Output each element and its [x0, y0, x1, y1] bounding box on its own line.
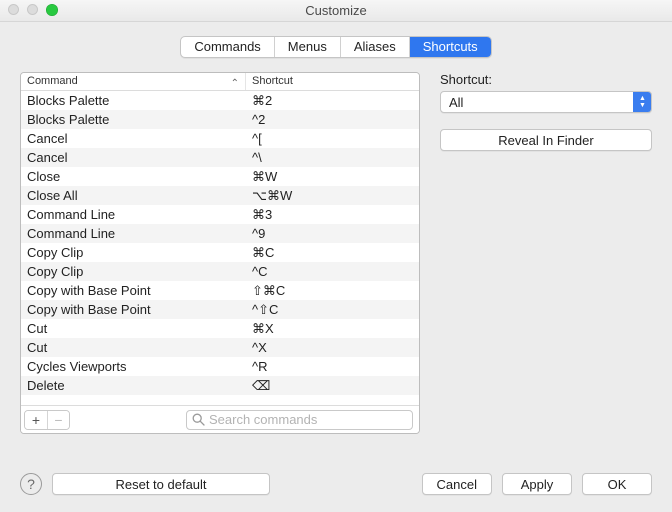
command-cell: Copy Clip — [21, 243, 246, 262]
shortcut-cell: ^[ — [246, 129, 419, 148]
reveal-in-finder-button[interactable]: Reveal In Finder — [440, 129, 652, 151]
minimize-window-button[interactable] — [27, 4, 38, 15]
table-body[interactable]: Blocks Palette⌘2Blocks Palette^2Cancel^[… — [21, 91, 419, 405]
table-row[interactable]: Copy Clip⌘C — [21, 243, 419, 262]
shortcut-cell: ⌘3 — [246, 205, 419, 224]
tab-bar: Commands Menus Aliases Shortcuts — [20, 36, 652, 58]
table-row[interactable]: Cancel^\ — [21, 148, 419, 167]
side-panel: Shortcut: All ▲▼ Reveal In Finder — [440, 72, 652, 434]
shortcut-filter-dropdown[interactable]: All ▲▼ — [440, 91, 652, 113]
add-remove-group: + − — [24, 410, 70, 430]
chevron-up-down-icon: ▲▼ — [633, 92, 651, 112]
tab-shortcuts[interactable]: Shortcuts — [410, 37, 491, 57]
table-row[interactable]: Command Line⌘3 — [21, 205, 419, 224]
shortcuts-table: Command ⌃ Shortcut Blocks Palette⌘2Block… — [20, 72, 420, 434]
column-command[interactable]: Command ⌃ — [21, 73, 246, 90]
table-row[interactable]: Copy with Base Point^⇧C — [21, 300, 419, 319]
table-row[interactable]: Close⌘W — [21, 167, 419, 186]
column-shortcut[interactable]: Shortcut — [246, 73, 419, 90]
command-cell: Close — [21, 167, 246, 186]
command-cell: Copy with Base Point — [21, 281, 246, 300]
table-row[interactable]: Cycles Viewports^R — [21, 357, 419, 376]
shortcut-cell: ⌘X — [246, 319, 419, 338]
reset-to-default-button[interactable]: Reset to default — [52, 473, 270, 495]
shortcut-cell: ^2 — [246, 110, 419, 129]
shortcut-cell: ^X — [246, 338, 419, 357]
command-cell: Copy Clip — [21, 262, 246, 281]
apply-button[interactable]: Apply — [502, 473, 572, 495]
command-cell: Command Line — [21, 224, 246, 243]
titlebar: Customize — [0, 0, 672, 22]
command-cell: Delete — [21, 376, 246, 395]
command-cell: Cancel — [21, 129, 246, 148]
table-row[interactable]: Cut⌘X — [21, 319, 419, 338]
table-row[interactable]: Close All⌥⌘W — [21, 186, 419, 205]
shortcut-cell: ⇧⌘C — [246, 281, 419, 300]
shortcut-cell: ⌫ — [246, 376, 419, 395]
tab-aliases[interactable]: Aliases — [341, 37, 410, 57]
table-row[interactable]: Command Line^9 — [21, 224, 419, 243]
shortcut-cell: ⌘W — [246, 167, 419, 186]
command-cell: Copy with Base Point — [21, 300, 246, 319]
window-title: Customize — [305, 3, 366, 18]
table-row[interactable] — [21, 395, 419, 405]
zoom-window-button[interactable] — [46, 4, 58, 16]
remove-button[interactable]: − — [47, 411, 69, 429]
table-row[interactable]: Copy with Base Point⇧⌘C — [21, 281, 419, 300]
table-footer: + − — [21, 405, 419, 433]
segmented-control: Commands Menus Aliases Shortcuts — [180, 36, 491, 58]
table-row[interactable]: Blocks Palette⌘2 — [21, 91, 419, 110]
window-controls — [8, 4, 58, 16]
table-row[interactable]: Delete⌫ — [21, 376, 419, 395]
command-cell: Cut — [21, 319, 246, 338]
tab-commands[interactable]: Commands — [181, 37, 274, 57]
search-wrap — [186, 410, 413, 430]
shortcut-cell: ⌘C — [246, 243, 419, 262]
table-row[interactable]: Copy Clip^C — [21, 262, 419, 281]
table-row[interactable]: Cut^X — [21, 338, 419, 357]
tab-menus[interactable]: Menus — [275, 37, 341, 57]
sort-ascending-icon: ⌃ — [231, 75, 239, 92]
table-row[interactable]: Cancel^[ — [21, 129, 419, 148]
shortcut-cell: ^R — [246, 357, 419, 376]
shortcut-cell: ^9 — [246, 224, 419, 243]
shortcut-cell: ^C — [246, 262, 419, 281]
add-button[interactable]: + — [25, 411, 47, 429]
shortcut-filter-label: Shortcut: — [440, 72, 652, 87]
command-cell: Cycles Viewports — [21, 357, 246, 376]
command-cell: Cut — [21, 338, 246, 357]
table-header: Command ⌃ Shortcut — [21, 73, 419, 91]
close-window-button[interactable] — [8, 4, 19, 15]
ok-button[interactable]: OK — [582, 473, 652, 495]
shortcut-cell: ⌥⌘W — [246, 186, 419, 205]
table-row[interactable]: Blocks Palette^2 — [21, 110, 419, 129]
help-button[interactable]: ? — [20, 473, 42, 495]
command-cell: Command Line — [21, 205, 246, 224]
shortcut-cell: ^\ — [246, 148, 419, 167]
command-cell: Blocks Palette — [21, 110, 246, 129]
command-cell: Cancel — [21, 148, 246, 167]
shortcut-cell: ^⇧C — [246, 300, 419, 319]
shortcut-cell: ⌘2 — [246, 91, 419, 110]
command-cell: Close All — [21, 186, 246, 205]
dialog-footer: ? Reset to default Cancel Apply OK — [0, 456, 672, 512]
command-cell: Blocks Palette — [21, 91, 246, 110]
search-input[interactable] — [186, 410, 413, 430]
cancel-button[interactable]: Cancel — [422, 473, 492, 495]
dropdown-value: All — [449, 95, 633, 110]
search-icon — [192, 413, 205, 429]
